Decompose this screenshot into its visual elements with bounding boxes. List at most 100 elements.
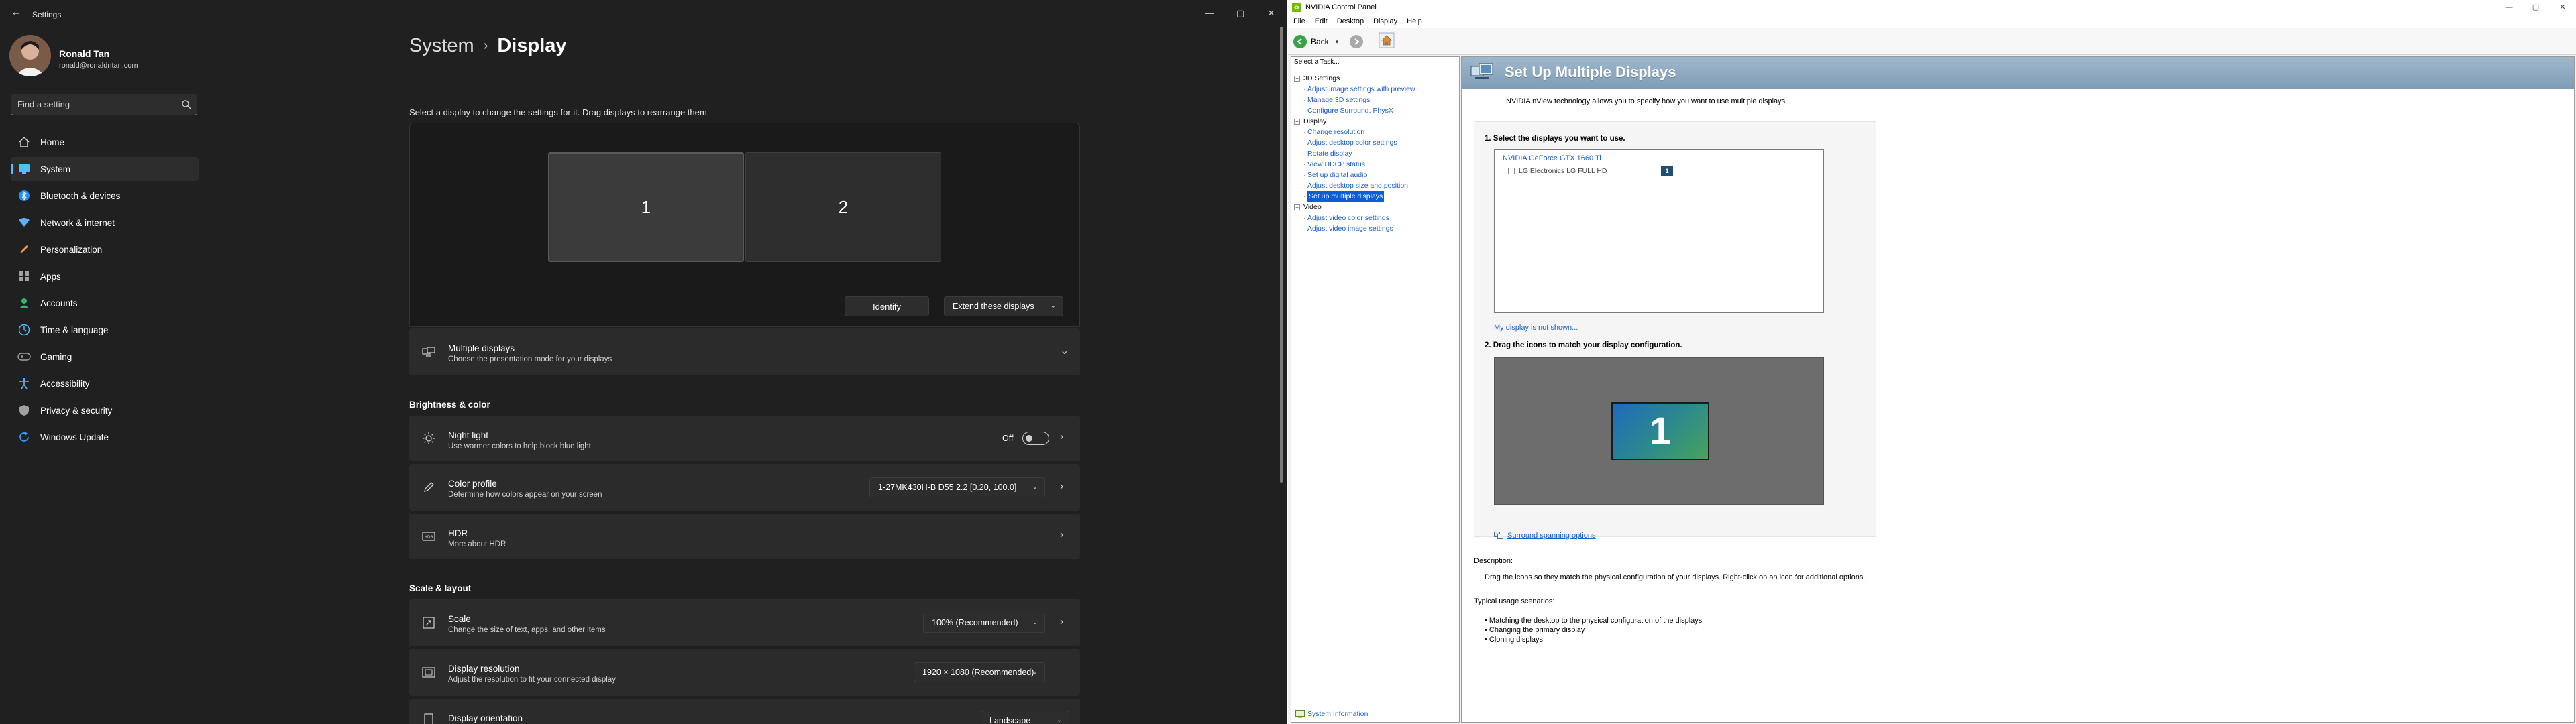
system-information-link[interactable]: System Information	[1295, 710, 1368, 718]
night-light-state: Off	[1002, 434, 1014, 443]
menu-edit[interactable]: Edit	[1315, 17, 1328, 25]
color-profile-dropdown[interactable]: 1-27MK430H-B D55 2.2 [0.20, 100.0] ⌄	[869, 477, 1045, 497]
back-arrow-icon[interactable]: ←	[11, 7, 23, 19]
tree-link[interactable]: Adjust video image settings	[1307, 223, 1393, 234]
sidebar-item-personalization[interactable]: Personalization	[11, 237, 199, 261]
collapse-icon[interactable]: −	[1294, 119, 1300, 125]
night-light-title: Night light	[448, 430, 489, 440]
chevron-right-icon[interactable]: ›	[1060, 530, 1068, 540]
forward-button[interactable]	[1350, 34, 1363, 50]
identify-button[interactable]: Identify	[845, 296, 929, 316]
sidebar-item-privacy-security[interactable]: Privacy & security	[11, 398, 199, 422]
minimize-button[interactable]: —	[2496, 1, 2522, 13]
tree-link[interactable]: Manage 3D settings	[1307, 95, 1370, 105]
sidebar-item-accessibility[interactable]: Accessibility	[11, 371, 199, 396]
display-resolution-card[interactable]: Display resolution Adjust the resolution…	[409, 649, 1080, 696]
home-button[interactable]	[1378, 32, 1395, 48]
hdr-card[interactable]: HDR HDR More about HDR ›	[409, 514, 1080, 559]
menu-file[interactable]: File	[1293, 17, 1305, 25]
sidebar-item-gaming[interactable]: Gaming	[11, 345, 199, 369]
night-light-toggle[interactable]	[1022, 432, 1049, 445]
scale-icon	[421, 615, 436, 630]
tree-link[interactable]: Configure Surround, PhysX	[1307, 105, 1393, 116]
menu-display[interactable]: Display	[1373, 17, 1397, 25]
tree-link[interactable]: Adjust image settings with preview	[1307, 84, 1415, 95]
extend-displays-dropdown[interactable]: Extend these displays ⌄	[944, 296, 1063, 316]
home-icon	[1379, 32, 1395, 48]
usage-item: Cloning displays	[1489, 636, 1544, 644]
sidebar-item-home[interactable]: Home	[11, 130, 199, 154]
hdr-subtitle[interactable]: More about HDR	[448, 540, 506, 548]
search-input[interactable]	[17, 94, 172, 115]
tree-link[interactable]: Adjust video color settings	[1307, 213, 1389, 223]
display-orientation-dropdown[interactable]: Landscape ⌄	[981, 711, 1069, 724]
monitor-1-tile[interactable]: 1	[548, 152, 744, 262]
multiple-displays-card[interactable]: Multiple displays Choose the presentatio…	[409, 328, 1080, 375]
collapse-icon[interactable]: −	[1294, 204, 1300, 210]
vertical-scrollbar[interactable]	[1280, 27, 1283, 483]
maximize-button[interactable]: ▢	[1225, 5, 1256, 21]
shield-icon	[17, 404, 31, 417]
tree-connector: ·	[1303, 192, 1306, 200]
tree-group-label[interactable]: Display	[1303, 116, 1326, 127]
dropdown-arrow-icon[interactable]: ▾	[1336, 38, 1339, 46]
sidebar-item-bluetooth-devices[interactable]: Bluetooth & devices	[11, 184, 199, 208]
chevron-right-icon[interactable]: ›	[1060, 432, 1068, 442]
chevron-right-icon[interactable]: ›	[1060, 481, 1068, 492]
display-row[interactable]: LG Electronics LG FULL HD	[1508, 166, 1607, 176]
nvidia-window-title: NVIDIA Control Panel	[1305, 3, 1377, 11]
chevron-right-icon[interactable]: ›	[1060, 617, 1068, 627]
multiple-displays-icon	[1470, 62, 1494, 84]
color-profile-card[interactable]: Color profile Determine how colors appea…	[409, 464, 1080, 511]
scale-card[interactable]: Scale Change the size of text, apps, and…	[409, 599, 1080, 646]
search-icon[interactable]	[181, 99, 192, 110]
sidebar-item-accounts[interactable]: Accounts	[11, 291, 199, 315]
back-button[interactable]: Back ▾	[1293, 34, 1338, 50]
display-not-shown-link[interactable]: My display is not shown...	[1494, 324, 1578, 332]
sidebar-item-label: Personalization	[40, 244, 103, 255]
profile-email: ronald@ronaldntan.com	[59, 62, 138, 70]
scale-title: Scale	[448, 614, 471, 624]
sidebar-item-system[interactable]: System	[11, 157, 199, 181]
collapse-icon[interactable]: −	[1294, 76, 1300, 82]
display-orientation-card[interactable]: Display orientation Landscape ⌄	[409, 699, 1080, 724]
chevron-down-icon[interactable]: ⌄	[1060, 346, 1069, 357]
orientation-icon	[421, 712, 436, 724]
sidebar-item-windows-update[interactable]: Windows Update	[11, 425, 199, 449]
surround-spanning-link[interactable]: Surround spanning options	[1494, 532, 1595, 540]
tree-link[interactable]: Set up multiple displays	[1307, 191, 1385, 202]
tree-link[interactable]: View HDCP status	[1307, 159, 1365, 170]
display-resolution-dropdown[interactable]: 1920 × 1080 (Recommended) ⌄	[914, 662, 1045, 682]
maximize-button[interactable]: ▢	[2522, 1, 2549, 13]
display-resolution-subtitle: Adjust the resolution to fit your connec…	[448, 676, 616, 684]
night-light-card[interactable]: Night light Use warmer colors to help bl…	[409, 416, 1080, 461]
apps-icon	[17, 269, 31, 283]
tree-group-label[interactable]: 3D Settings	[1303, 73, 1340, 84]
tree-link[interactable]: Rotate display	[1307, 148, 1352, 159]
sidebar-item-label: Bluetooth & devices	[40, 190, 121, 201]
menu-help[interactable]: Help	[1407, 17, 1422, 25]
sidebar-item-time-language[interactable]: Time & language	[11, 318, 199, 342]
display-orientation-value: Landscape	[989, 716, 1031, 724]
content-pane: Set Up Multiple Displays NVIDIA nView te…	[1461, 56, 2575, 723]
hdr-icon: HDR	[421, 529, 436, 544]
close-button[interactable]: ✕	[2549, 1, 2576, 13]
close-button[interactable]: ✕	[1256, 5, 1287, 21]
breadcrumb-parent[interactable]: System	[409, 35, 474, 57]
tree-connector: ·	[1303, 225, 1306, 233]
tree-link[interactable]: Change resolution	[1307, 127, 1364, 137]
search-box[interactable]	[11, 94, 197, 115]
sidebar-item-apps[interactable]: Apps	[11, 264, 199, 288]
monitor-2-tile[interactable]: 2	[745, 152, 941, 262]
tree-link[interactable]: Adjust desktop size and position	[1307, 180, 1408, 191]
sidebar-item-network-internet[interactable]: Network & internet	[11, 210, 199, 235]
display-checkbox[interactable]	[1508, 168, 1515, 174]
scale-dropdown[interactable]: 100% (Recommended) ⌄	[923, 613, 1045, 633]
tree-link[interactable]: Set up digital audio	[1307, 170, 1367, 180]
menu-desktop[interactable]: Desktop	[1337, 17, 1364, 25]
avatar[interactable]	[9, 35, 51, 76]
draggable-monitor-1[interactable]: 1	[1611, 402, 1709, 460]
minimize-button[interactable]: —	[1194, 5, 1225, 21]
tree-group-label[interactable]: Video	[1303, 202, 1322, 213]
tree-link[interactable]: Adjust desktop color settings	[1307, 137, 1397, 148]
